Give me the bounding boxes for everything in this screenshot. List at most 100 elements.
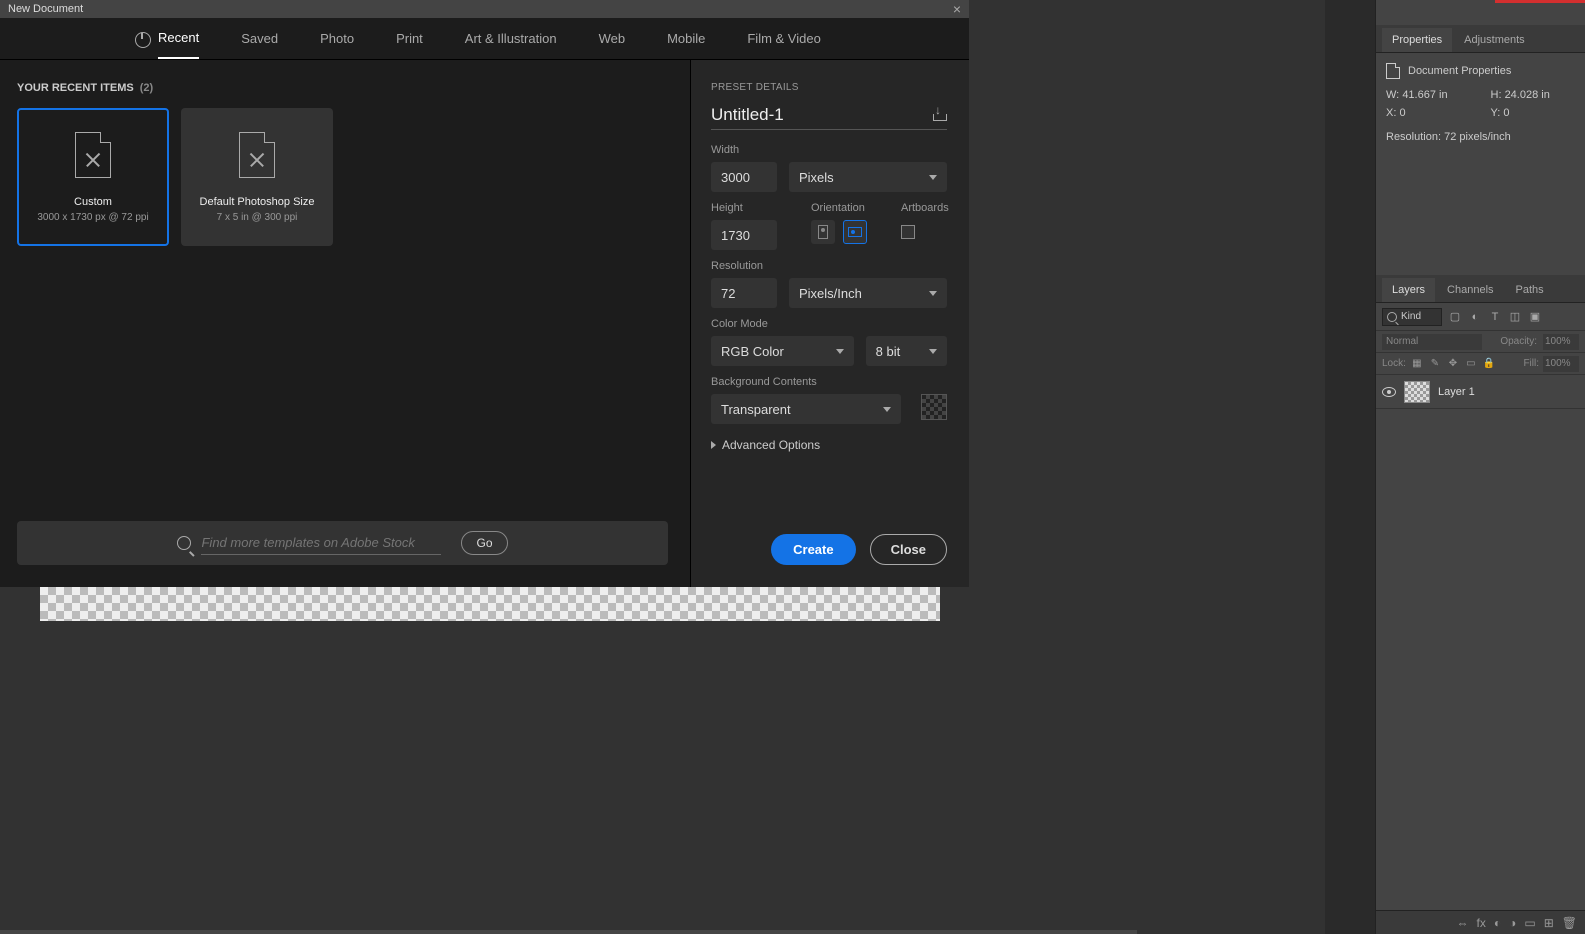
lock-all-icon[interactable]: 🔒 [1482, 357, 1496, 371]
mask-icon[interactable]: ◐ [1494, 916, 1501, 930]
color-mode-value: RGB Color [721, 344, 784, 359]
tab-photo[interactable]: Photo [320, 19, 354, 58]
tab-film[interactable]: Film & Video [747, 19, 820, 58]
preset-custom[interactable]: Custom 3000 x 1730 px @ 72 ppi [17, 108, 169, 246]
lock-label: Lock: [1382, 358, 1406, 369]
tab-adjustments[interactable]: Adjustments [1454, 28, 1535, 52]
orientation-label: Orientation [811, 202, 867, 214]
filter-pixel-icon[interactable]: ▢ [1448, 310, 1462, 324]
tab-recent[interactable]: Recent [158, 18, 199, 59]
artboards-checkbox[interactable] [901, 225, 915, 239]
tab-channels[interactable]: Channels [1437, 278, 1503, 302]
canvas-checker [40, 587, 940, 621]
height-input[interactable]: 1730 [711, 220, 777, 250]
document-icon [1386, 63, 1400, 79]
close-button[interactable]: Close [870, 534, 947, 565]
artboards-label: Artboards [901, 202, 949, 214]
lock-transparency-icon[interactable]: ▦ [1410, 357, 1424, 371]
resolution-units-dropdown[interactable]: Pixels/Inch [789, 278, 947, 308]
preset-sub: 3000 x 1730 px @ 72 ppi [37, 212, 148, 223]
color-mode-label: Color Mode [711, 318, 947, 330]
chevron-down-icon [836, 349, 844, 354]
recent-header: YOUR RECENT ITEMS [17, 82, 134, 94]
filter-type-icon[interactable]: T [1488, 310, 1502, 324]
bg-color-swatch[interactable] [921, 394, 947, 420]
preset-title: Custom [74, 196, 112, 208]
bg-contents-label: Background Contents [711, 376, 947, 388]
advanced-label: Advanced Options [722, 438, 820, 452]
dialog-titlebar: New Document × [0, 0, 969, 18]
chevron-right-icon [711, 441, 716, 449]
orientation-portrait[interactable] [811, 220, 835, 244]
blend-mode-dropdown[interactable]: Normal [1382, 334, 1482, 350]
height-label: Height [711, 202, 777, 214]
search-icon [177, 536, 191, 550]
color-mode-dropdown[interactable]: RGB Color [711, 336, 854, 366]
recent-count: (2) [140, 82, 153, 94]
layer-thumbnail [1404, 381, 1430, 403]
opacity-input[interactable]: 100% [1543, 334, 1579, 350]
status-bar [0, 930, 1137, 934]
tab-layers[interactable]: Layers [1382, 278, 1435, 302]
resolution-input[interactable]: 72 [711, 278, 777, 308]
adjustment-icon[interactable]: ◑ [1509, 916, 1516, 930]
category-tabs: Recent Saved Photo Print Art & Illustrat… [0, 18, 969, 60]
close-icon[interactable]: × [953, 1, 961, 17]
units-value: Pixels [799, 170, 834, 185]
document-name-input[interactable]: Untitled-1 [711, 105, 784, 125]
tab-art[interactable]: Art & Illustration [465, 19, 557, 58]
orientation-landscape[interactable] [843, 220, 867, 244]
bg-contents-dropdown[interactable]: Transparent [711, 394, 901, 424]
fill-label: Fill: [1523, 358, 1539, 369]
group-icon[interactable]: ▭ [1524, 916, 1535, 930]
filter-shape-icon[interactable]: ◫ [1508, 310, 1522, 324]
filter-adjust-icon[interactable]: ◐ [1468, 310, 1482, 324]
lock-artboard-icon[interactable]: ▭ [1464, 357, 1478, 371]
advanced-options-toggle[interactable]: Advanced Options [711, 438, 947, 452]
new-layer-icon[interactable]: ⊞ [1544, 916, 1554, 930]
filter-smart-icon[interactable]: ▣ [1528, 310, 1542, 324]
tab-paths[interactable]: Paths [1506, 278, 1554, 302]
bit-depth-dropdown[interactable]: 8 bit [866, 336, 947, 366]
opacity-label: Opacity: [1500, 336, 1537, 347]
app-close-strip [1376, 0, 1585, 3]
fill-input[interactable]: 100% [1543, 356, 1579, 372]
tab-mobile[interactable]: Mobile [667, 19, 705, 58]
width-input[interactable]: 3000 [711, 162, 777, 192]
go-button[interactable]: Go [461, 531, 507, 555]
chevron-down-icon [929, 349, 937, 354]
resolution-units-value: Pixels/Inch [799, 286, 862, 301]
chevron-down-icon [929, 175, 937, 180]
resolution-label: Resolution [711, 260, 947, 272]
new-document-dialog: New Document × Recent Saved Photo Print … [0, 0, 969, 587]
layer-filter-kind[interactable]: Kind [1382, 308, 1442, 326]
chevron-down-icon [929, 291, 937, 296]
tab-web[interactable]: Web [599, 19, 626, 58]
stock-search-input[interactable] [201, 531, 441, 555]
width-label: Width [711, 144, 947, 156]
preset-sub: 7 x 5 in @ 300 ppi [217, 212, 298, 223]
tab-print[interactable]: Print [396, 19, 423, 58]
preset-default[interactable]: Default Photoshop Size 7 x 5 in @ 300 pp… [181, 108, 333, 246]
preset-details-label: PRESET DETAILS [711, 82, 947, 93]
layer-row[interactable]: Layer 1 [1376, 375, 1585, 409]
save-preset-icon[interactable] [931, 109, 947, 121]
create-button[interactable]: Create [771, 534, 855, 565]
units-dropdown[interactable]: Pixels [789, 162, 947, 192]
chevron-down-icon [883, 407, 891, 412]
visibility-icon[interactable] [1382, 387, 1396, 397]
trash-icon[interactable]: 🗑 [1562, 916, 1577, 930]
bg-contents-value: Transparent [721, 402, 791, 417]
preset-title: Default Photoshop Size [200, 196, 315, 208]
link-layers-icon[interactable]: ⇔ [1457, 916, 1469, 930]
search-icon [1387, 312, 1397, 322]
tab-saved[interactable]: Saved [241, 19, 278, 58]
lock-pixels-icon[interactable]: ✎ [1428, 357, 1442, 371]
doc-properties-title: Document Properties [1408, 65, 1511, 77]
tab-properties[interactable]: Properties [1382, 28, 1452, 52]
fx-icon[interactable]: fx [1477, 916, 1486, 930]
layer-name: Layer 1 [1438, 386, 1475, 398]
lock-position-icon[interactable]: ✥ [1446, 357, 1460, 371]
document-icon [239, 132, 275, 178]
bit-depth-value: 8 bit [876, 344, 901, 359]
